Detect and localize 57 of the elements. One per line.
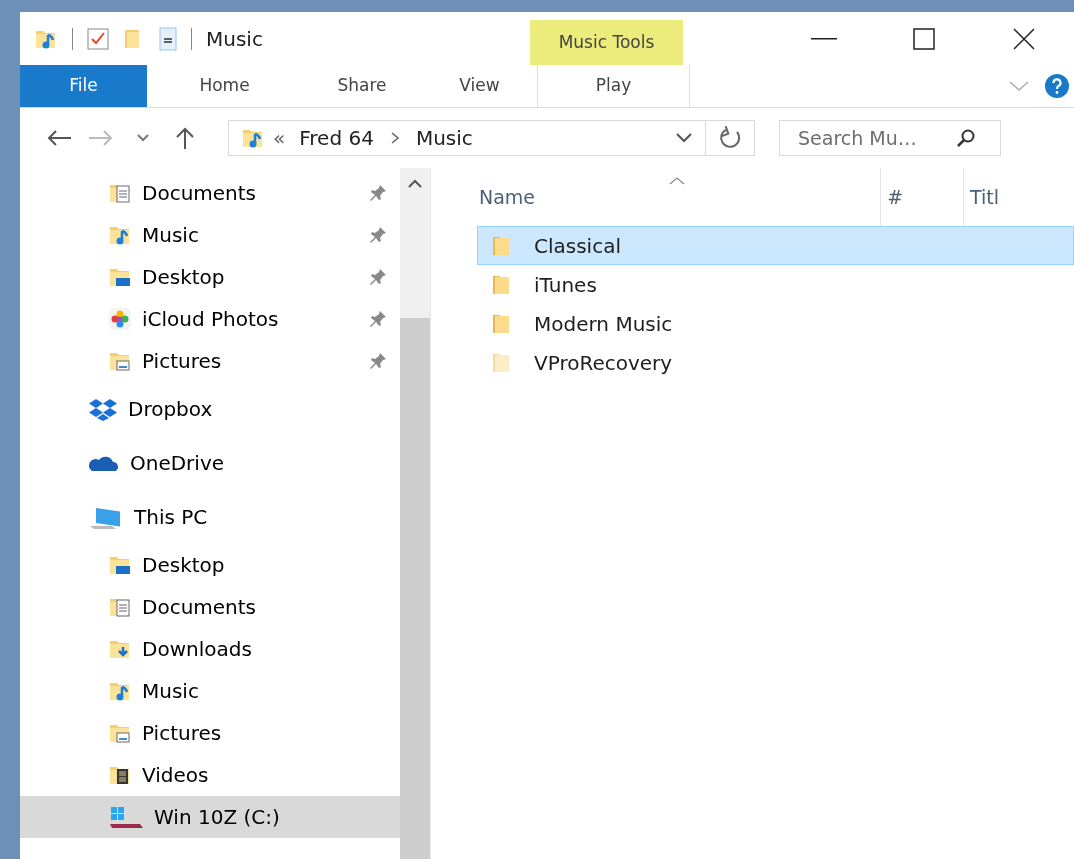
file-row[interactable]: Modern Music <box>477 304 1074 343</box>
up-icon <box>175 126 195 150</box>
search-input[interactable]: Search Mu… <box>796 122 956 154</box>
nav-item[interactable]: Documents <box>20 172 400 214</box>
nav-item[interactable]: Desktop <box>20 256 400 298</box>
column-header[interactable]: Titl <box>964 168 1074 226</box>
ribbon-tab[interactable]: View <box>422 65 537 107</box>
address-bar[interactable]: « Fred 64 Music <box>228 120 755 156</box>
search-field[interactable]: Search Mu… <box>779 120 1001 156</box>
nav-item[interactable]: OneDrive <box>20 436 400 490</box>
customize-toolbar-icon[interactable] <box>159 26 177 51</box>
nav-item[interactable]: iCloud Photos <box>20 298 400 340</box>
ribbon-tab[interactable]: Share <box>302 65 422 107</box>
refresh-icon[interactable] <box>718 126 742 150</box>
chevron-right-icon <box>389 131 400 145</box>
nav-item[interactable]: Pictures <box>20 712 400 754</box>
file-row[interactable]: Classical <box>477 226 1074 265</box>
nav-item[interactable]: Music <box>20 214 400 256</box>
window-title: Music <box>206 25 263 53</box>
dropbox-icon <box>88 397 118 421</box>
dropdown-icon[interactable] <box>675 132 693 144</box>
nav-item[interactable]: Music <box>20 670 400 712</box>
back-icon <box>46 129 72 147</box>
ribbon-tab[interactable]: Play <box>537 65 690 107</box>
overflow-chevron[interactable]: « <box>273 123 286 153</box>
nav-item[interactable]: Dropbox <box>20 382 400 436</box>
collapse-ribbon-icon[interactable] <box>1008 79 1030 93</box>
nav-item[interactable]: Desktop <box>20 544 400 586</box>
search-icon <box>956 128 976 148</box>
dropdown-icon <box>136 133 150 143</box>
file-name: Modern Music <box>534 310 673 338</box>
file-name: iTunes <box>534 271 597 299</box>
maximize-icon <box>913 27 935 50</box>
scrollbar[interactable] <box>400 168 430 859</box>
drive-icon <box>108 805 144 829</box>
file-name: VProRecovery <box>534 349 673 377</box>
nav-item[interactable]: Documents <box>20 586 400 628</box>
nav-item[interactable]: Win 10Z (C:) <box>20 796 400 838</box>
file-row[interactable]: VProRecovery <box>477 343 1074 382</box>
close-icon <box>1013 27 1035 50</box>
file-name: Classical <box>534 232 621 260</box>
nav-item[interactable]: Downloads <box>20 628 400 670</box>
nav-item[interactable]: Videos <box>20 754 400 796</box>
nav-item[interactable]: This PC <box>20 490 400 544</box>
ribbon-tab[interactable]: Home <box>147 65 302 107</box>
address-segment[interactable]: Music <box>415 123 473 153</box>
address-segment[interactable]: Fred 64 <box>299 123 374 153</box>
file-tab[interactable]: File <box>20 65 147 107</box>
forward-icon <box>88 129 114 147</box>
properties-icon[interactable] <box>87 27 109 50</box>
photos-icon <box>108 307 132 331</box>
file-row[interactable]: iTunes <box>477 265 1074 304</box>
nav-item[interactable]: Pictures <box>20 340 400 382</box>
help-icon[interactable] <box>1044 73 1070 99</box>
scroll-up-icon[interactable] <box>407 178 423 188</box>
context-tab-group: Music Tools <box>530 20 683 65</box>
sort-ascending-icon <box>668 176 685 185</box>
